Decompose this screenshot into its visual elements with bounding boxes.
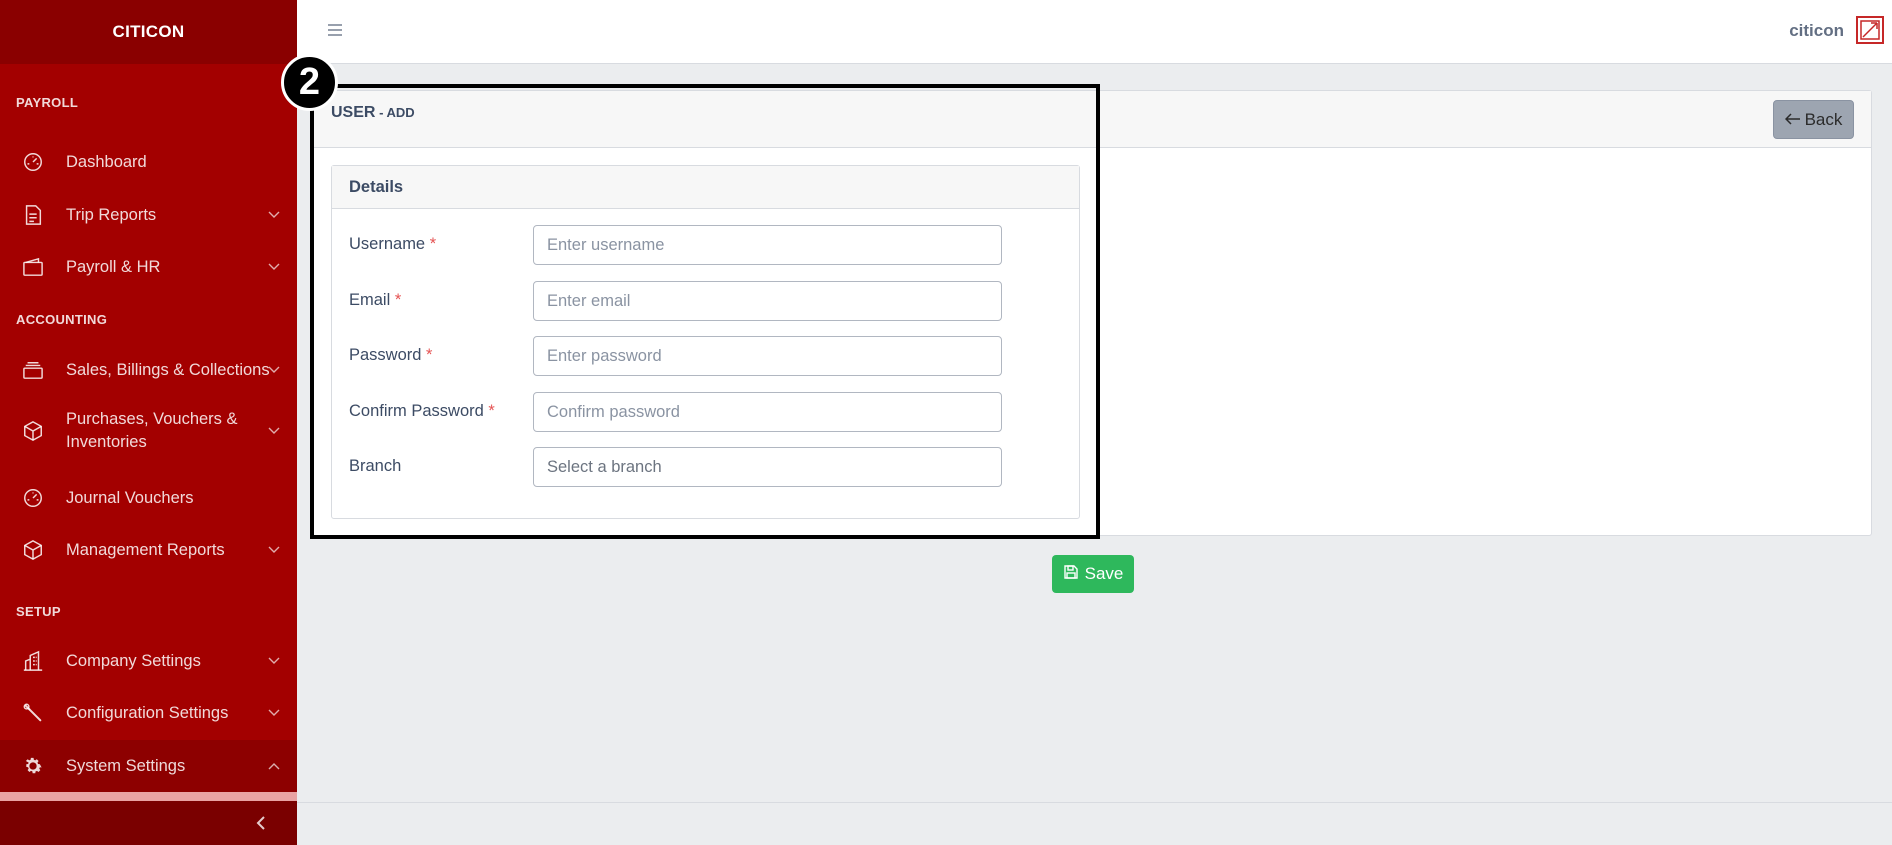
details-header: Details [332, 166, 1079, 209]
username-input[interactable] [533, 225, 1002, 265]
back-button[interactable]: Back [1773, 100, 1854, 139]
sidebar-item-journal-vouchers[interactable]: Journal Vouchers [0, 476, 297, 520]
sidebar-item-purchases-vouchers[interactable]: Purchases, Vouchers & Inventories [0, 406, 297, 456]
page-title-sub: - ADD [375, 105, 415, 120]
sidebar-footer [0, 801, 297, 845]
password-row: Password * [349, 336, 1049, 376]
details-card: Details Username * Email * Password * Co… [331, 165, 1080, 519]
sidebar-item-payroll-hr[interactable]: Payroll & HR [0, 245, 297, 289]
sidebar: CITICON PAYROLL Dashboard Trip Reports P… [0, 0, 297, 845]
password-input[interactable] [533, 336, 1002, 376]
sidebar-item-label: System Settings [66, 756, 186, 775]
sidebar-item-system-settings[interactable]: System Settings [0, 740, 297, 792]
section-title-accounting: ACCOUNTING [16, 312, 108, 327]
sidebar-collapse-button[interactable] [251, 813, 271, 833]
save-button[interactable]: Save [1052, 555, 1134, 593]
top-header: citicon [297, 0, 1892, 64]
chevron-down-icon [267, 208, 281, 222]
box-icon [21, 419, 45, 443]
confirm-password-label: Confirm Password * [349, 402, 495, 421]
card-header: USER - ADD Back [313, 91, 1871, 148]
required-marker: * [429, 235, 437, 253]
section-title-payroll: PAYROLL [16, 95, 79, 110]
required-marker: * [394, 291, 402, 309]
sidebar-item-label: Journal Vouchers [66, 488, 194, 507]
chevron-down-icon [267, 706, 281, 720]
user-add-card: USER - ADD Back Details Username * Email… [312, 90, 1872, 536]
sidebar-item-management-reports[interactable]: Management Reports [0, 528, 297, 572]
avatar[interactable] [1856, 16, 1884, 44]
section-title-setup: SETUP [16, 604, 61, 619]
chevron-down-icon [267, 654, 281, 668]
back-button-label: Back [1804, 109, 1843, 129]
sidebar-item-label: Configuration Settings [66, 703, 229, 722]
sidebar-item-label: Management Reports [66, 540, 225, 559]
branch-select[interactable]: Select a branch [533, 447, 1002, 487]
sidebar-item-sales-billings[interactable]: Sales, Billings & Collections [0, 348, 297, 392]
required-marker: * [488, 402, 495, 420]
branch-row: Branch Select a branch [349, 447, 1049, 487]
layers-icon [21, 358, 45, 382]
email-row: Email * [349, 281, 1049, 321]
sidebar-item-label: Trip Reports [66, 205, 157, 224]
gear-icon [21, 754, 45, 778]
username-row: Username * [349, 225, 1049, 265]
username-label-text: Username [349, 235, 426, 253]
arrow-left-icon [1784, 110, 1801, 130]
details-title: Details [349, 178, 404, 196]
speedometer-icon [21, 486, 45, 510]
chevron-down-icon [267, 543, 281, 557]
step-marker: 2 [281, 54, 338, 111]
confirm-password-input[interactable] [533, 392, 1002, 432]
chevron-down-icon [267, 260, 281, 274]
header-user-name[interactable]: citicon [1789, 21, 1844, 41]
sidebar-item-configuration-settings[interactable]: Configuration Settings [0, 691, 297, 735]
document-icon [21, 203, 45, 227]
sidebar-item-label: Sales, Billings & Collections [66, 360, 270, 379]
sidebar-item-label: Payroll & HR [66, 257, 161, 276]
chevron-up-icon [267, 759, 281, 773]
save-button-label: Save [1084, 564, 1124, 583]
required-marker: * [426, 346, 433, 364]
building-icon [21, 649, 45, 673]
username-label: Username * [349, 235, 436, 254]
chevron-down-icon [267, 424, 281, 438]
sidebar-item-label: Dashboard [66, 152, 147, 171]
save-icon [1063, 564, 1079, 585]
password-label-text: Password [349, 346, 422, 364]
password-label: Password * [349, 346, 432, 365]
confirm-password-label-text: Confirm Password [349, 402, 484, 420]
email-label: Email * [349, 291, 401, 310]
sidebar-item-company-settings[interactable]: Company Settings [0, 639, 297, 683]
page-footer [297, 802, 1892, 845]
sidebar-item-trip-reports[interactable]: Trip Reports [0, 193, 297, 237]
sidebar-submenu-indicator [0, 792, 297, 801]
speedometer-icon [21, 150, 45, 174]
box-icon [21, 538, 45, 562]
branch-label: Branch [349, 457, 402, 475]
brand-logo[interactable]: CITICON [0, 0, 297, 64]
page-title-main: USER [331, 104, 376, 121]
menu-toggle-button[interactable] [325, 20, 347, 42]
chevron-down-icon [267, 363, 281, 377]
sidebar-item-label: Purchases, Vouchers & Inventories [66, 410, 238, 451]
sidebar-item-label: Company Settings [66, 651, 201, 670]
wrench-icon [21, 701, 45, 725]
sidebar-item-dashboard[interactable]: Dashboard [0, 140, 297, 184]
email-input[interactable] [533, 281, 1002, 321]
page-title: USER - ADD [331, 104, 415, 122]
email-label-text: Email [349, 291, 391, 309]
confirm-password-row: Confirm Password * [349, 392, 1049, 432]
wallet-icon [21, 255, 45, 279]
